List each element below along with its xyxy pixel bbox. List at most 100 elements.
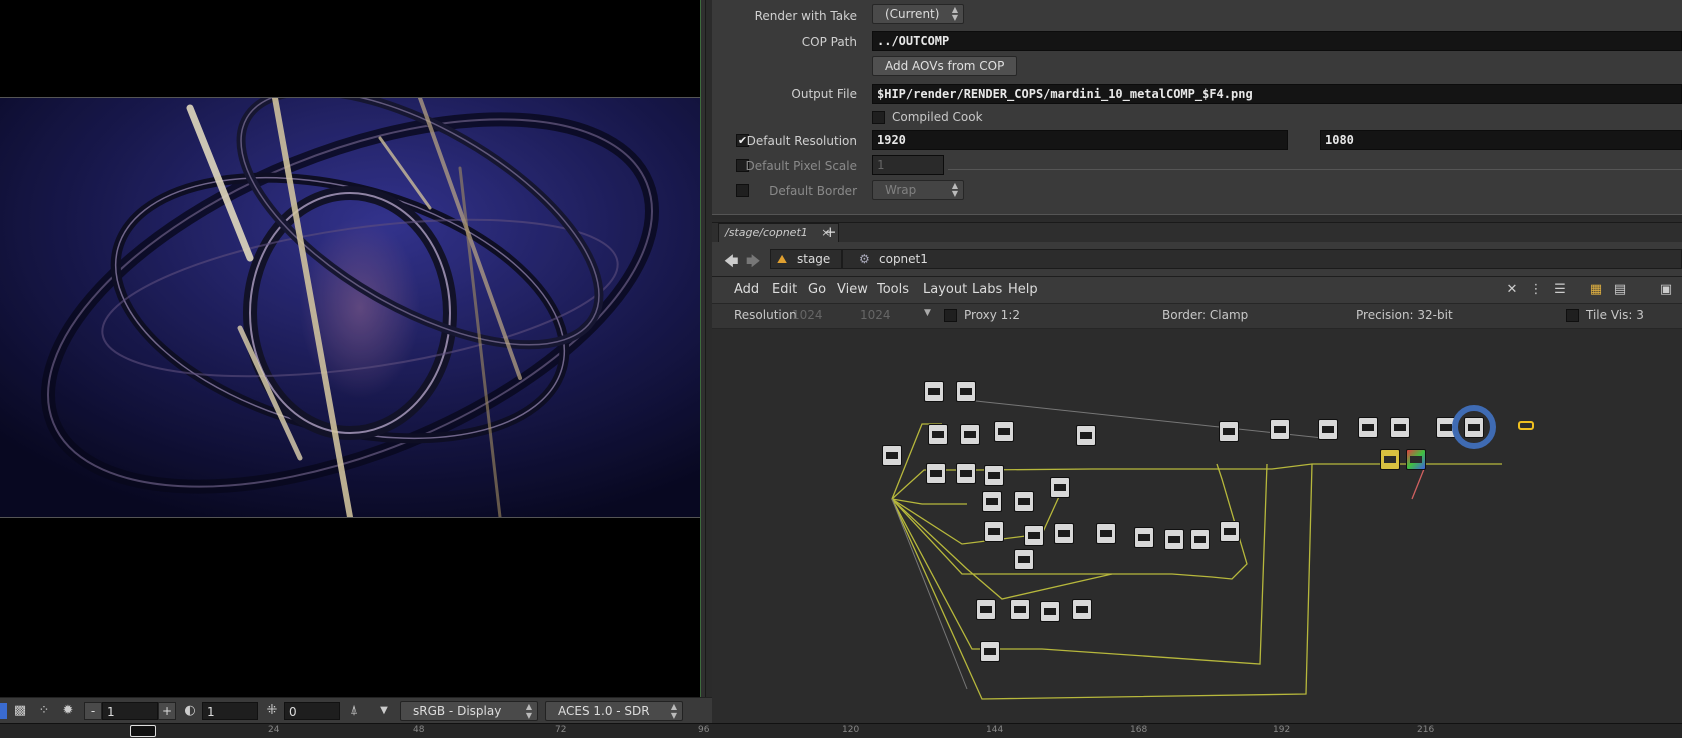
grid-icon[interactable]: ▦ xyxy=(1588,282,1604,298)
frame-field[interactable]: 1 xyxy=(102,702,158,720)
node[interactable] xyxy=(1040,601,1060,622)
forward-arrow-icon[interactable]: 🡆 xyxy=(746,251,760,275)
levels-icon[interactable]: ⍋ xyxy=(346,703,362,719)
precision-label[interactable]: Precision: 32-bit xyxy=(1356,308,1453,322)
contrast-icon[interactable]: ◐ xyxy=(182,703,198,719)
menu-go[interactable]: Go xyxy=(808,282,826,297)
menu-view[interactable]: View xyxy=(837,282,868,297)
menu-add[interactable]: Add xyxy=(734,282,759,297)
default-border-menu[interactable]: Wrap ▲ ▼ xyxy=(872,180,964,200)
layout-icon[interactable]: ▤ xyxy=(1612,282,1628,298)
node-output-comp[interactable] xyxy=(1464,417,1484,438)
decrement-button[interactable]: - xyxy=(84,702,102,720)
offset-field[interactable]: 0 xyxy=(284,702,340,720)
dots-icon[interactable]: ⁘ xyxy=(36,703,52,719)
menu-edit[interactable]: Edit xyxy=(772,282,797,297)
node[interactable] xyxy=(1024,525,1044,546)
node[interactable] xyxy=(982,491,1002,512)
node[interactable] xyxy=(980,641,1000,662)
menu-tools[interactable]: Tools xyxy=(877,282,909,297)
updown-arrows-icon: ▲ ▼ xyxy=(951,181,958,198)
tick-label: 192 xyxy=(1273,725,1291,735)
node[interactable] xyxy=(1358,417,1378,438)
node[interactable] xyxy=(928,424,948,445)
node[interactable] xyxy=(1134,527,1154,548)
panel-resize-handle[interactable] xyxy=(712,214,1682,219)
compiled-cook-checkbox[interactable] xyxy=(872,111,885,124)
node[interactable] xyxy=(1190,529,1210,550)
node-sun[interactable] xyxy=(1380,449,1400,470)
view-transform-menu[interactable]: ACES 1.0 - SDR Video ▲▼ xyxy=(545,701,683,736)
node[interactable] xyxy=(1072,599,1092,620)
node[interactable] xyxy=(1270,419,1290,440)
node[interactable] xyxy=(956,381,976,402)
cop-path-field[interactable]: ../OUTCOMP xyxy=(872,31,1682,51)
node-color[interactable] xyxy=(1406,449,1426,470)
network-view-icon[interactable]: ▣ xyxy=(1658,282,1674,298)
playhead[interactable] xyxy=(130,725,156,737)
tick-label: 168 xyxy=(1130,725,1148,735)
tile-vis-checkbox[interactable] xyxy=(1566,309,1579,322)
node[interactable] xyxy=(1096,523,1116,544)
resolution-dropdown-icon[interactable]: ▼ xyxy=(924,308,931,318)
node[interactable] xyxy=(1318,419,1338,440)
proxy-checkbox[interactable] xyxy=(944,309,957,322)
checker-icon[interactable]: ▩ xyxy=(12,703,28,719)
node[interactable] xyxy=(956,463,976,484)
blue-swatch-icon[interactable] xyxy=(0,703,7,719)
tree-icon[interactable]: ⋮ xyxy=(1528,282,1544,298)
node[interactable] xyxy=(984,465,1004,486)
output-flag-icon[interactable] xyxy=(1518,421,1534,430)
node[interactable] xyxy=(960,424,980,445)
render-with-take-value: (Current) xyxy=(885,7,940,21)
sun-icon[interactable]: ✹ xyxy=(60,703,76,719)
node[interactable] xyxy=(1014,549,1034,570)
pixel-scale-slider[interactable] xyxy=(948,161,1682,170)
offset-icon[interactable]: ⁜ xyxy=(264,703,280,719)
stage-icon: ⛰ xyxy=(777,252,788,266)
crumb-stage[interactable]: ⛰ stage xyxy=(770,249,842,269)
menu-layout[interactable]: Layout xyxy=(923,282,967,297)
node[interactable] xyxy=(994,421,1014,442)
node[interactable] xyxy=(1076,425,1096,446)
network-editor[interactable] xyxy=(712,329,1682,723)
add-tab-icon[interactable]: + xyxy=(824,223,837,241)
display-space-menu[interactable]: sRGB - Display ▲ ▼ xyxy=(400,701,538,721)
render-viewport[interactable] xyxy=(0,0,700,697)
default-pixel-scale-field[interactable]: 1 xyxy=(872,155,944,175)
node[interactable] xyxy=(1390,417,1410,438)
timeline[interactable]: 24 48 72 96 120 144 168 192 216 xyxy=(0,723,1682,738)
node[interactable] xyxy=(924,381,944,402)
node[interactable] xyxy=(1010,599,1030,620)
back-arrow-icon[interactable]: 🡄 xyxy=(724,251,738,275)
crumb-copnet1[interactable]: ⚙ copnet1 xyxy=(842,249,1682,269)
node[interactable] xyxy=(1220,521,1240,542)
node[interactable] xyxy=(1054,523,1074,544)
node[interactable] xyxy=(1219,421,1239,442)
default-resolution-height-field[interactable]: 1080 xyxy=(1320,130,1682,150)
resolution-y-field[interactable]: 1024 xyxy=(860,308,891,322)
node[interactable] xyxy=(976,599,996,620)
node[interactable] xyxy=(1014,491,1034,512)
render-with-take-menu[interactable]: (Current) ▲ ▼ xyxy=(872,4,964,24)
list-icon[interactable]: ☰ xyxy=(1552,282,1568,298)
resolution-x-field[interactable]: 1024 xyxy=(792,308,823,322)
exposure-field[interactable]: 1 xyxy=(202,702,258,720)
add-aovs-button[interactable]: Add AOVs from COP xyxy=(872,56,1018,76)
output-file-field[interactable]: $HIP/render/RENDER_COPS/mardini_10_metal… xyxy=(872,84,1682,104)
default-resolution-width-field[interactable]: 1920 xyxy=(872,130,1288,150)
tab-copnet1[interactable]: /stage/copnet1 × xyxy=(718,223,840,243)
wrench-icon[interactable]: ✕ xyxy=(1504,282,1520,298)
increment-button[interactable]: + xyxy=(158,702,176,720)
menu-labs[interactable]: Labs xyxy=(972,282,1002,297)
render-with-take-label: Render with Take xyxy=(754,9,857,23)
node[interactable] xyxy=(984,521,1004,542)
node[interactable] xyxy=(1050,477,1070,498)
border-label[interactable]: Border: Clamp xyxy=(1162,308,1248,322)
dropdown-arrow-icon[interactable]: ▼ xyxy=(376,703,392,719)
menu-help[interactable]: Help xyxy=(1008,282,1038,297)
node[interactable] xyxy=(926,463,946,484)
node[interactable] xyxy=(1164,529,1184,550)
node-source[interactable] xyxy=(882,445,902,466)
pane-divider[interactable] xyxy=(700,0,706,697)
